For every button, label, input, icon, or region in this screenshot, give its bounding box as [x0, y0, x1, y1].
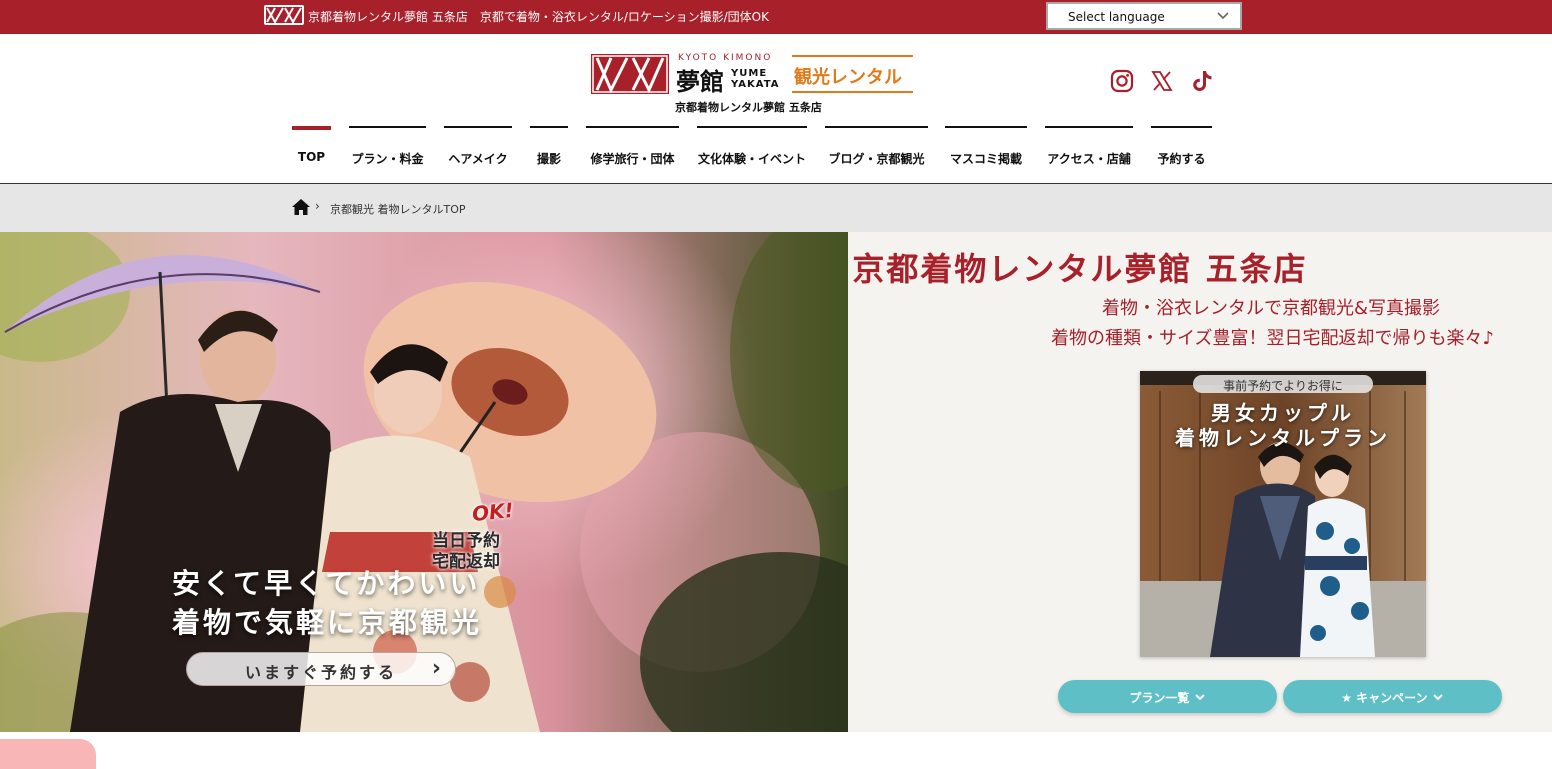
reserve-now-button[interactable]: いますぐ予約する › [186, 652, 456, 686]
plan-list-label: プラン一覧 [1129, 691, 1190, 705]
language-select-label: Select language [1068, 10, 1165, 24]
promo-pill: 事前予約でよりお得に [1193, 375, 1373, 393]
instagram-icon[interactable] [1109, 68, 1135, 94]
hero-headline-2: 着物で気軽に京都観光 [172, 606, 483, 639]
store-name: 京都着物レンタル夢館 五条店 [675, 101, 822, 114]
chevron-down-icon [1432, 691, 1444, 705]
nav-plans[interactable]: プラン・料金 [349, 126, 426, 178]
hero-badge-ok: OK! [470, 497, 515, 527]
language-select[interactable]: Select language [1046, 2, 1242, 30]
nav-photo[interactable]: 撮影 [530, 126, 568, 178]
nav-reserve[interactable]: 予約する [1151, 126, 1212, 178]
top-bar [0, 0, 1552, 34]
brand-name: 夢館 [676, 68, 724, 96]
x-icon[interactable] [1149, 68, 1175, 94]
brand-romaji-line1: YUME [731, 68, 768, 79]
nav-blog[interactable]: ブログ・京都観光 [825, 126, 928, 178]
top-tagline: 京都着物レンタル夢館 五条店 京都で着物・浴衣レンタル/ロケーション撮影/団体O… [308, 10, 769, 24]
home-icon[interactable] [291, 198, 311, 216]
brand-logo-icon[interactable] [591, 54, 669, 94]
chevron-down-icon [1216, 8, 1230, 25]
intro-lead-2: 着物の種類・サイズ豊富！翌日宅配返却で帰りも楽々♪ [1051, 328, 1494, 349]
promo-title-2: 着物レンタルプラン [1175, 426, 1391, 450]
logo-mark-icon[interactable] [264, 5, 304, 25]
brand-tagline: 観光レンタル [792, 55, 913, 93]
chevron-right-icon: › [431, 656, 441, 681]
tiktok-icon[interactable] [1189, 68, 1215, 94]
breadcrumb [0, 184, 1552, 232]
campaign-label: キャンペーン [1356, 691, 1428, 705]
nav-access[interactable]: アクセス・店舗 [1045, 126, 1133, 178]
plan-list-button[interactable]: プラン一覧 [1058, 680, 1277, 713]
breadcrumb-separator: › [315, 199, 320, 213]
nav-school-group[interactable]: 修学旅行・団体 [586, 126, 679, 178]
chevron-down-icon [1194, 691, 1206, 705]
nav-media[interactable]: マスコミ掲載 [945, 126, 1027, 178]
floating-tab[interactable] [0, 739, 96, 769]
breadcrumb-current: 京都観光 着物レンタルTOP [330, 203, 466, 216]
reserve-now-label: いますぐ予約する [245, 663, 398, 682]
nav-top[interactable]: TOP [292, 126, 331, 178]
brand-romaji-line2: YAKATA [731, 79, 780, 90]
star-icon: ★ [1341, 691, 1352, 705]
nav-culture-event[interactable]: 文化体験・イベント [697, 126, 807, 178]
campaign-button[interactable]: ★ キャンペーン [1283, 680, 1502, 713]
intro-lead-1: 着物・浴衣レンタルで京都観光&写真撮影 [1102, 298, 1441, 319]
hero-headline-1: 安くて早くてかわいい [172, 567, 481, 600]
nav-hair-makeup[interactable]: ヘアメイク [444, 126, 512, 178]
brand-romaji: YUME YAKATA [731, 68, 780, 90]
page-title: 京都着物レンタル夢館 五条店 [852, 250, 1308, 288]
